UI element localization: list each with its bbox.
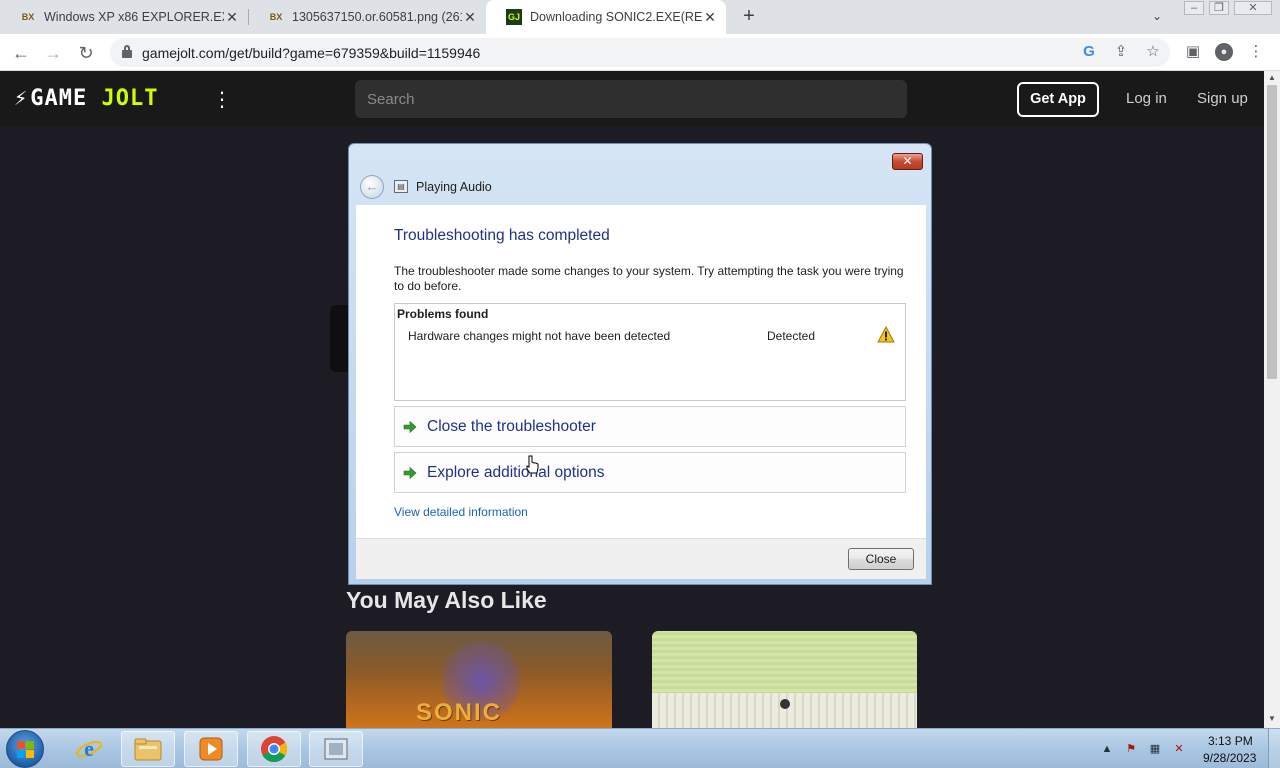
tab-title: Downloading SONIC2.EXE(RE) - ( bbox=[530, 10, 702, 24]
tab-png-image[interactable]: BX 1305637150.or.60581.png (261× ✕ bbox=[248, 0, 486, 34]
tab-close-icon[interactable]: ✕ bbox=[462, 9, 478, 26]
logo-text-jolt: JOLT bbox=[101, 86, 159, 111]
mouse-cursor-icon bbox=[526, 455, 539, 474]
game-card-sonic[interactable]: SONIC bbox=[346, 631, 612, 728]
tab-title: Windows XP x86 EXPLORER.EXE bbox=[44, 10, 224, 24]
tab-favicon-icon: GJ bbox=[506, 9, 522, 25]
clock-date[interactable]: 9/28/2023 bbox=[1203, 751, 1256, 765]
option-label: Close the troubleshooter bbox=[427, 418, 596, 435]
side-panel-icon[interactable]: ▣ bbox=[1184, 43, 1202, 61]
address-bar[interactable]: gamejolt.com/get/build?game=679359&build… bbox=[110, 38, 1170, 67]
show-desktop-button[interactable] bbox=[1268, 729, 1280, 768]
action-center-alert-icon[interactable]: ⚑ bbox=[1124, 742, 1138, 756]
login-link[interactable]: Log in bbox=[1126, 90, 1167, 107]
tab-windows-xp[interactable]: BX Windows XP x86 EXPLORER.EXE ✕ bbox=[0, 0, 248, 34]
internet-explorer-icon[interactable]: e bbox=[62, 731, 116, 767]
section-title: You May Also Like bbox=[346, 587, 547, 613]
tab-favicon-icon: BX bbox=[21, 12, 35, 22]
close-button[interactable]: Close bbox=[848, 548, 914, 570]
tab-close-icon[interactable]: ✕ bbox=[224, 9, 240, 26]
restore-icon[interactable]: ❐ bbox=[1209, 1, 1229, 15]
logo-text-game: GAME bbox=[30, 86, 88, 111]
lock-icon[interactable] bbox=[122, 45, 132, 58]
problems-found-panel: Problems found Hardware changes might no… bbox=[394, 303, 906, 401]
browser-tab-bar: BX Windows XP x86 EXPLORER.EXE ✕ BX 1305… bbox=[0, 0, 1280, 34]
tab-close-icon[interactable]: ✕ bbox=[702, 9, 718, 26]
bookmark-star-icon[interactable]: ☆ bbox=[1144, 43, 1162, 61]
network-icon[interactable]: ▦ bbox=[1148, 742, 1162, 756]
site-search-input[interactable] bbox=[355, 80, 907, 118]
get-app-button[interactable]: Get App bbox=[1017, 82, 1099, 117]
warning-icon bbox=[877, 326, 895, 343]
game-card-pixel[interactable] bbox=[652, 631, 917, 728]
green-arrow-icon bbox=[403, 466, 417, 480]
back-arrow-icon[interactable]: ← bbox=[360, 175, 384, 199]
tab-downloading-sonic2[interactable]: GJ Downloading SONIC2.EXE(RE) - ( ✕ bbox=[486, 0, 726, 34]
gamejolt-logo[interactable]: ⚡GAME JOLT bbox=[14, 86, 158, 111]
troubleshooter-app-icon: ▤ bbox=[394, 180, 408, 193]
problem-status: Detected bbox=[767, 329, 816, 343]
card-logo-text: SONIC bbox=[416, 699, 503, 726]
scroll-down-icon[interactable]: ▼ bbox=[1268, 714, 1276, 723]
problem-name: Hardware changes might not have been det… bbox=[408, 329, 671, 343]
dialog-heading: Troubleshooting has completed bbox=[394, 227, 610, 244]
start-button[interactable] bbox=[6, 730, 44, 768]
dialog-footer: Close bbox=[356, 538, 926, 579]
file-explorer-icon[interactable] bbox=[121, 731, 175, 767]
share-icon[interactable]: ⇪ bbox=[1112, 43, 1130, 61]
show-hidden-icons-icon[interactable]: ▲ bbox=[1100, 742, 1114, 756]
tab-favicon-icon: BX bbox=[269, 12, 283, 22]
dialog-title: Playing Audio bbox=[416, 180, 492, 194]
google-lens-icon[interactable]: G bbox=[1080, 43, 1098, 61]
lightning-bolt-icon: ⚡ bbox=[14, 86, 29, 111]
windows-logo-icon bbox=[17, 741, 35, 759]
view-detailed-information-link[interactable]: View detailed information bbox=[394, 505, 528, 519]
svg-text:e: e bbox=[84, 736, 94, 761]
reload-icon[interactable]: ↻ bbox=[75, 42, 97, 64]
browser-menu-icon[interactable]: ⋮ bbox=[1247, 43, 1265, 61]
card-sprite bbox=[780, 699, 790, 709]
windows-taskbar: e ▲ ⚑ ▦ ✕ 3:13 PM 9/28/2023 bbox=[0, 728, 1280, 768]
url-text[interactable]: gamejolt.com/get/build?game=679359&build… bbox=[142, 45, 480, 61]
forward-arrow-icon[interactable]: → bbox=[42, 42, 64, 64]
explore-options-option[interactable]: Explore additional options bbox=[394, 452, 906, 493]
troubleshooter-dialog: ✕ ← ▤ Playing Audio Troubleshooting has … bbox=[348, 143, 932, 585]
signup-link[interactable]: Sign up bbox=[1197, 90, 1248, 107]
browser-toolbar: ← → ↻ gamejolt.com/get/build?game=679359… bbox=[0, 34, 1280, 71]
green-arrow-icon bbox=[403, 420, 417, 434]
media-player-icon[interactable] bbox=[184, 731, 238, 767]
more-menu-icon[interactable]: ⋮ bbox=[212, 87, 232, 112]
dialog-close-icon[interactable]: ✕ bbox=[892, 153, 923, 170]
site-header: ⚡GAME JOLT ⋮ Get App Log in Sign up bbox=[0, 71, 1264, 127]
chrome-icon[interactable] bbox=[247, 731, 301, 767]
troubleshooter-taskbar-icon[interactable] bbox=[309, 731, 363, 767]
profile-avatar-icon[interactable]: ● bbox=[1215, 43, 1233, 61]
back-arrow-icon[interactable]: ← bbox=[10, 42, 32, 64]
page-scrollbar[interactable]: ▲ ▼ bbox=[1264, 71, 1280, 728]
clock-time[interactable]: 3:13 PM bbox=[1208, 734, 1253, 748]
tab-title: 1305637150.or.60581.png (261× bbox=[292, 10, 462, 24]
dialog-description: The troubleshooter made some changes to … bbox=[394, 264, 904, 293]
new-tab-button[interactable]: + bbox=[738, 5, 760, 27]
problems-title: Problems found bbox=[397, 307, 489, 321]
scrollbar-thumb[interactable] bbox=[1267, 85, 1277, 379]
option-label: Explore additional options bbox=[427, 464, 605, 481]
dialog-body: Troubleshooting has completed The troubl… bbox=[356, 205, 926, 538]
close-troubleshooter-option[interactable]: Close the troubleshooter bbox=[394, 406, 906, 447]
minimize-icon[interactable]: – bbox=[1184, 1, 1204, 15]
volume-muted-icon[interactable]: ✕ bbox=[1172, 742, 1186, 756]
scroll-up-icon[interactable]: ▲ bbox=[1268, 73, 1276, 82]
tab-search-chevron-icon[interactable]: ⌄ bbox=[1152, 9, 1162, 23]
window-close-icon[interactable]: ✕ bbox=[1234, 1, 1272, 15]
